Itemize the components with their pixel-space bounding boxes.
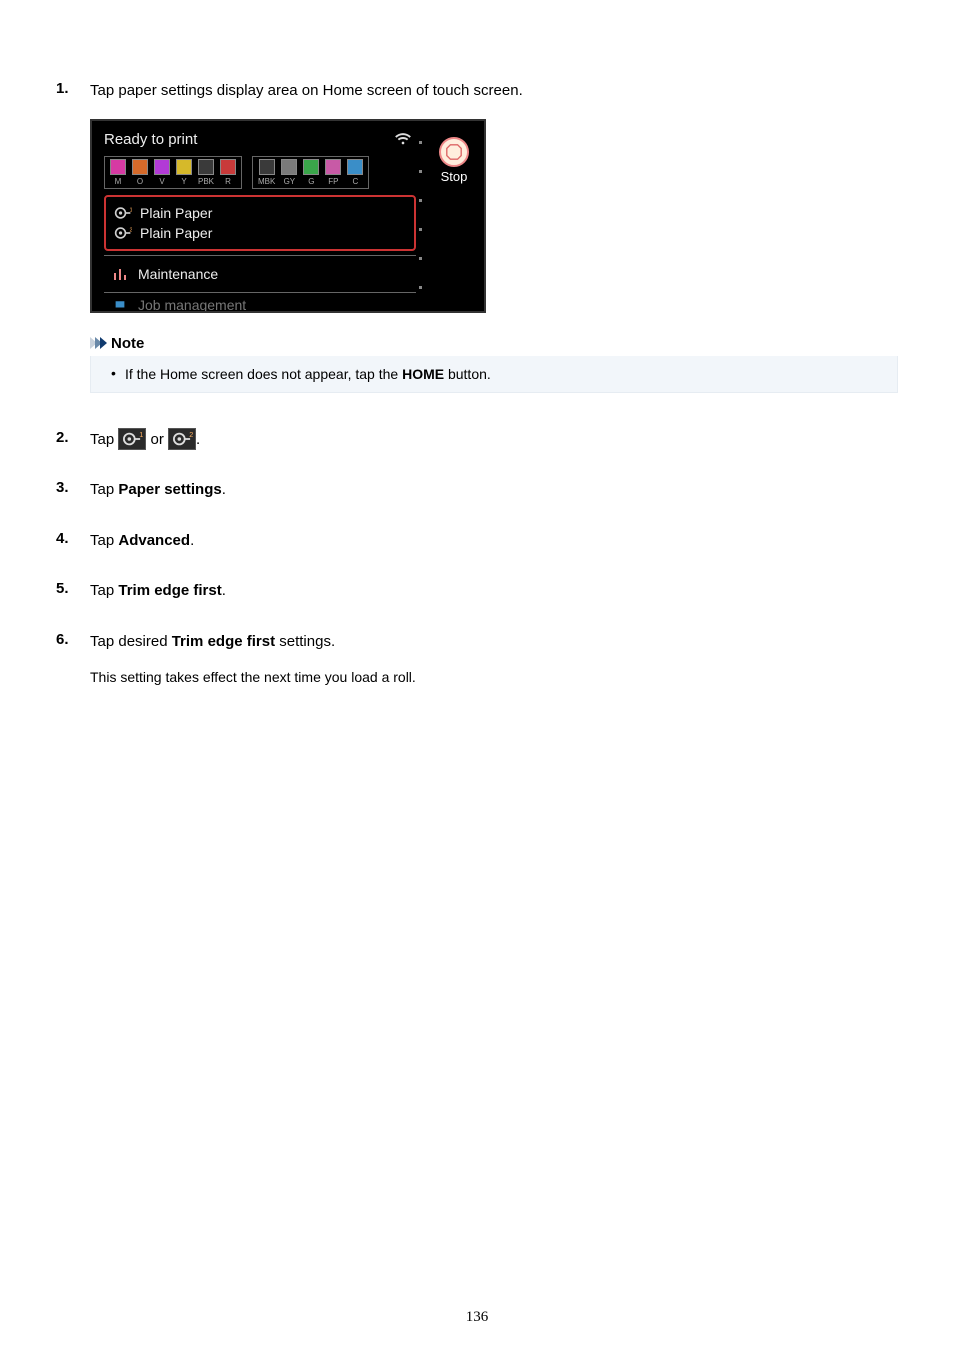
step-text: Tap paper settings display area on Home … — [90, 80, 898, 103]
svg-text:2: 2 — [130, 227, 132, 233]
note-chevrons-icon — [90, 337, 105, 349]
svg-text:1: 1 — [130, 207, 132, 213]
ink-r: R — [220, 159, 236, 186]
step-number: 4. — [56, 530, 69, 547]
job-management-row[interactable]: Job management — [104, 292, 416, 311]
step-5: 5. Tap Trim edge first. — [56, 580, 898, 603]
ink-mbk: MBK — [258, 159, 275, 186]
step-body: This setting takes effect the next time … — [90, 667, 898, 688]
ink-pbk: PBK — [198, 159, 214, 186]
ink-fp: FP — [325, 159, 341, 186]
maintenance-label: Maintenance — [138, 266, 218, 282]
paper2-label: Plain Paper — [140, 225, 212, 241]
note-block: Note If the Home screen does not appear,… — [90, 333, 898, 393]
step-number: 1. — [56, 80, 69, 97]
roll1-icon: 1 — [114, 206, 132, 220]
roll1-inline-icon: 1 — [118, 428, 146, 450]
svg-text:1: 1 — [140, 430, 144, 439]
ink-y: Y — [176, 159, 192, 186]
job-label: Job management — [138, 297, 246, 311]
maintenance-icon — [112, 266, 128, 282]
paper1-label: Plain Paper — [140, 205, 212, 221]
ink-g: G — [303, 159, 319, 186]
stop-label: Stop — [441, 169, 468, 184]
page-number: 136 — [0, 1309, 954, 1326]
status-text: Ready to print — [104, 131, 197, 148]
maintenance-row[interactable]: Maintenance — [104, 255, 416, 292]
ink-v: V — [154, 159, 170, 186]
step-4: 4. Tap Advanced. — [56, 530, 898, 553]
roll2-icon: 2 — [114, 226, 132, 240]
step-1: 1. Tap paper settings display area on Ho… — [56, 80, 898, 393]
note-body: If the Home screen does not appear, tap … — [90, 356, 898, 393]
step-3: 3. Tap Paper settings. — [56, 479, 898, 502]
step-number: 6. — [56, 631, 69, 648]
wifi-icon — [394, 132, 412, 146]
ink-levels: MOVY PBK R MBK GYGFPC — [104, 156, 424, 189]
paper-settings-area[interactable]: 1 Plain Paper 2 Plain Paper — [104, 195, 416, 251]
step-number: 3. — [56, 479, 69, 496]
step-2: 2. Tap 1 or 2. — [56, 429, 898, 452]
printer-home-screenshot: Ready to print MOVY PBK R MBK GYGFPC 1 Plai… — [90, 119, 486, 313]
scroll-dots — [419, 141, 422, 289]
step-number: 2. — [56, 429, 69, 446]
stop-icon[interactable] — [439, 137, 469, 167]
ink-m: M — [110, 159, 126, 186]
ink-o: O — [132, 159, 148, 186]
step-6: 6. Tap desired Trim edge first settings.… — [56, 631, 898, 689]
svg-text:2: 2 — [189, 430, 193, 439]
ink-c: C — [347, 159, 363, 186]
note-title: Note — [111, 335, 144, 352]
step-number: 5. — [56, 580, 69, 597]
roll2-inline-icon: 2 — [168, 428, 196, 450]
job-icon — [112, 297, 128, 311]
ink-gy: GY — [281, 159, 297, 186]
